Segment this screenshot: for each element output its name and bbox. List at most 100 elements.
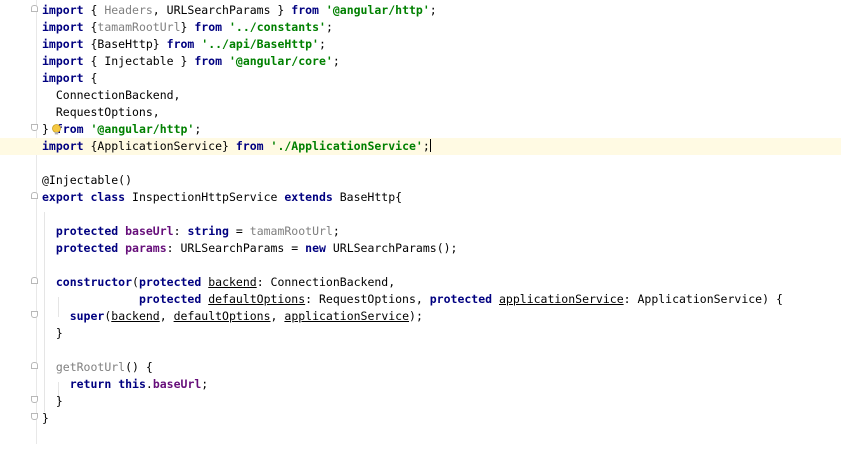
string-literal: '@angular/http' [325,3,430,17]
parameter-name: backend [208,275,257,289]
code-line[interactable]: export class InspectionHttpService exten… [0,189,841,206]
code-line[interactable] [0,257,841,274]
keyword: from [235,139,264,153]
code-line[interactable]: protected params: URLSearchParams = new … [0,240,841,257]
code-line[interactable]: import {tamamRootUrl} from '../constants… [0,19,841,36]
keyword: this [118,377,146,391]
code-line[interactable]: ConnectionBackend, [0,87,841,104]
keyword: from [291,3,319,17]
code-text: , [159,309,174,323]
code-text: BaseHttp{ [332,190,403,204]
code-text: ; [332,224,340,238]
code-text: : URLSearchParams = [166,241,306,255]
code-text: {ApplicationService} [83,139,236,153]
code-text: , URLSearchParams } [152,3,292,17]
code-text: ; [332,54,340,68]
code-line[interactable]: import { Injectable } from '@angular/cor… [0,53,841,70]
code-line[interactable]: return this.baseUrl; [0,376,841,393]
string-literal: '../api/BaseHttp' [201,37,319,51]
lightbulb-icon[interactable] [51,124,62,135]
code-line[interactable]: protected defaultOptions: RequestOptions… [0,291,841,308]
code-line[interactable]: } from '@angular/http'; [0,121,841,138]
string-literal: '../constants' [229,20,326,34]
code-text: URLSearchParams(); [325,241,458,255]
code-text: InspectionHttpService [125,190,285,204]
parameter-name: defaultOptions [173,309,271,323]
code-text: . [145,377,153,391]
code-text: RequestOptions, [42,105,160,119]
keyword: extends [284,190,333,204]
keyword: import [42,139,84,153]
keyword: new [305,241,326,255]
code-text: ; [318,37,326,51]
string-literal: '@angular/http' [90,122,195,136]
code-line[interactable]: constructor(protected backend: Connectio… [0,274,841,291]
code-line[interactable]: RequestOptions, [0,104,841,121]
code-text: } [42,411,49,425]
code-line[interactable] [0,155,841,172]
code-text: () { [125,360,153,374]
code-editor[interactable]: import { Headers, URLSearchParams } from… [0,0,841,444]
code-text: } [55,394,63,408]
code-line[interactable]: protected baseUrl: string = tamamRootUrl… [0,223,841,240]
code-text: ConnectionBackend, [42,88,181,102]
code-line[interactable]: import {BaseHttp} from '../api/BaseHttp'… [0,36,841,53]
code-line[interactable]: } [0,410,841,427]
keyword: from [194,20,223,34]
unused-reference: tamamRootUrl [249,224,333,238]
unused-method: getRootUrl [55,360,126,374]
keyword: export class [42,190,126,204]
code-text: = [228,224,250,238]
field-name: baseUrl [152,377,202,391]
keyword: constructor [55,275,133,289]
text-caret [429,139,431,152]
code-text: ; [429,3,437,17]
code-text: { Injectable } [83,54,195,68]
code-line[interactable] [0,342,841,359]
parameter-name: applicationService [499,292,624,306]
code-line[interactable]: getRootUrl() { [0,359,841,376]
code-text: @Injectable() [42,173,133,187]
keyword: from [194,54,223,68]
field-name: baseUrl [125,224,174,238]
keyword: import [42,71,84,85]
current-code-line[interactable]: import {ApplicationService} from './Appl… [0,138,841,155]
keyword: import [42,54,84,68]
code-line[interactable]: } [0,393,841,410]
keyword: protected [429,292,493,306]
code-text: ( [132,275,139,289]
code-line[interactable]: import { [0,70,841,87]
keyword: import [42,20,84,34]
code-text: { [83,20,98,34]
code-line[interactable]: super(backend, defaultOptions, applicati… [0,308,841,325]
keyword: protected [138,292,202,306]
keyword: return [69,377,112,391]
parameter-name: backend [111,309,160,323]
code-text: ; [325,20,333,34]
code-text: ); [409,309,423,323]
code-text: ; [201,377,209,391]
parameter-name: defaultOptions [208,292,306,306]
code-line[interactable]: import { Headers, URLSearchParams } from… [0,2,841,19]
code-text: : RequestOptions, [305,292,430,306]
keyword: string [187,224,229,238]
code-line[interactable]: @Injectable() [0,172,841,189]
field-name: params [125,241,167,255]
parameter-name: applicationService [284,309,410,323]
code-line[interactable] [0,206,841,223]
unused-import: tamamRootUrl [97,20,181,34]
code-text: } [180,20,195,34]
code-text: { [83,71,98,85]
keyword: protected [138,275,202,289]
keyword: protected [55,241,119,255]
keyword: import [42,3,84,17]
code-line[interactable]: } [0,325,841,342]
